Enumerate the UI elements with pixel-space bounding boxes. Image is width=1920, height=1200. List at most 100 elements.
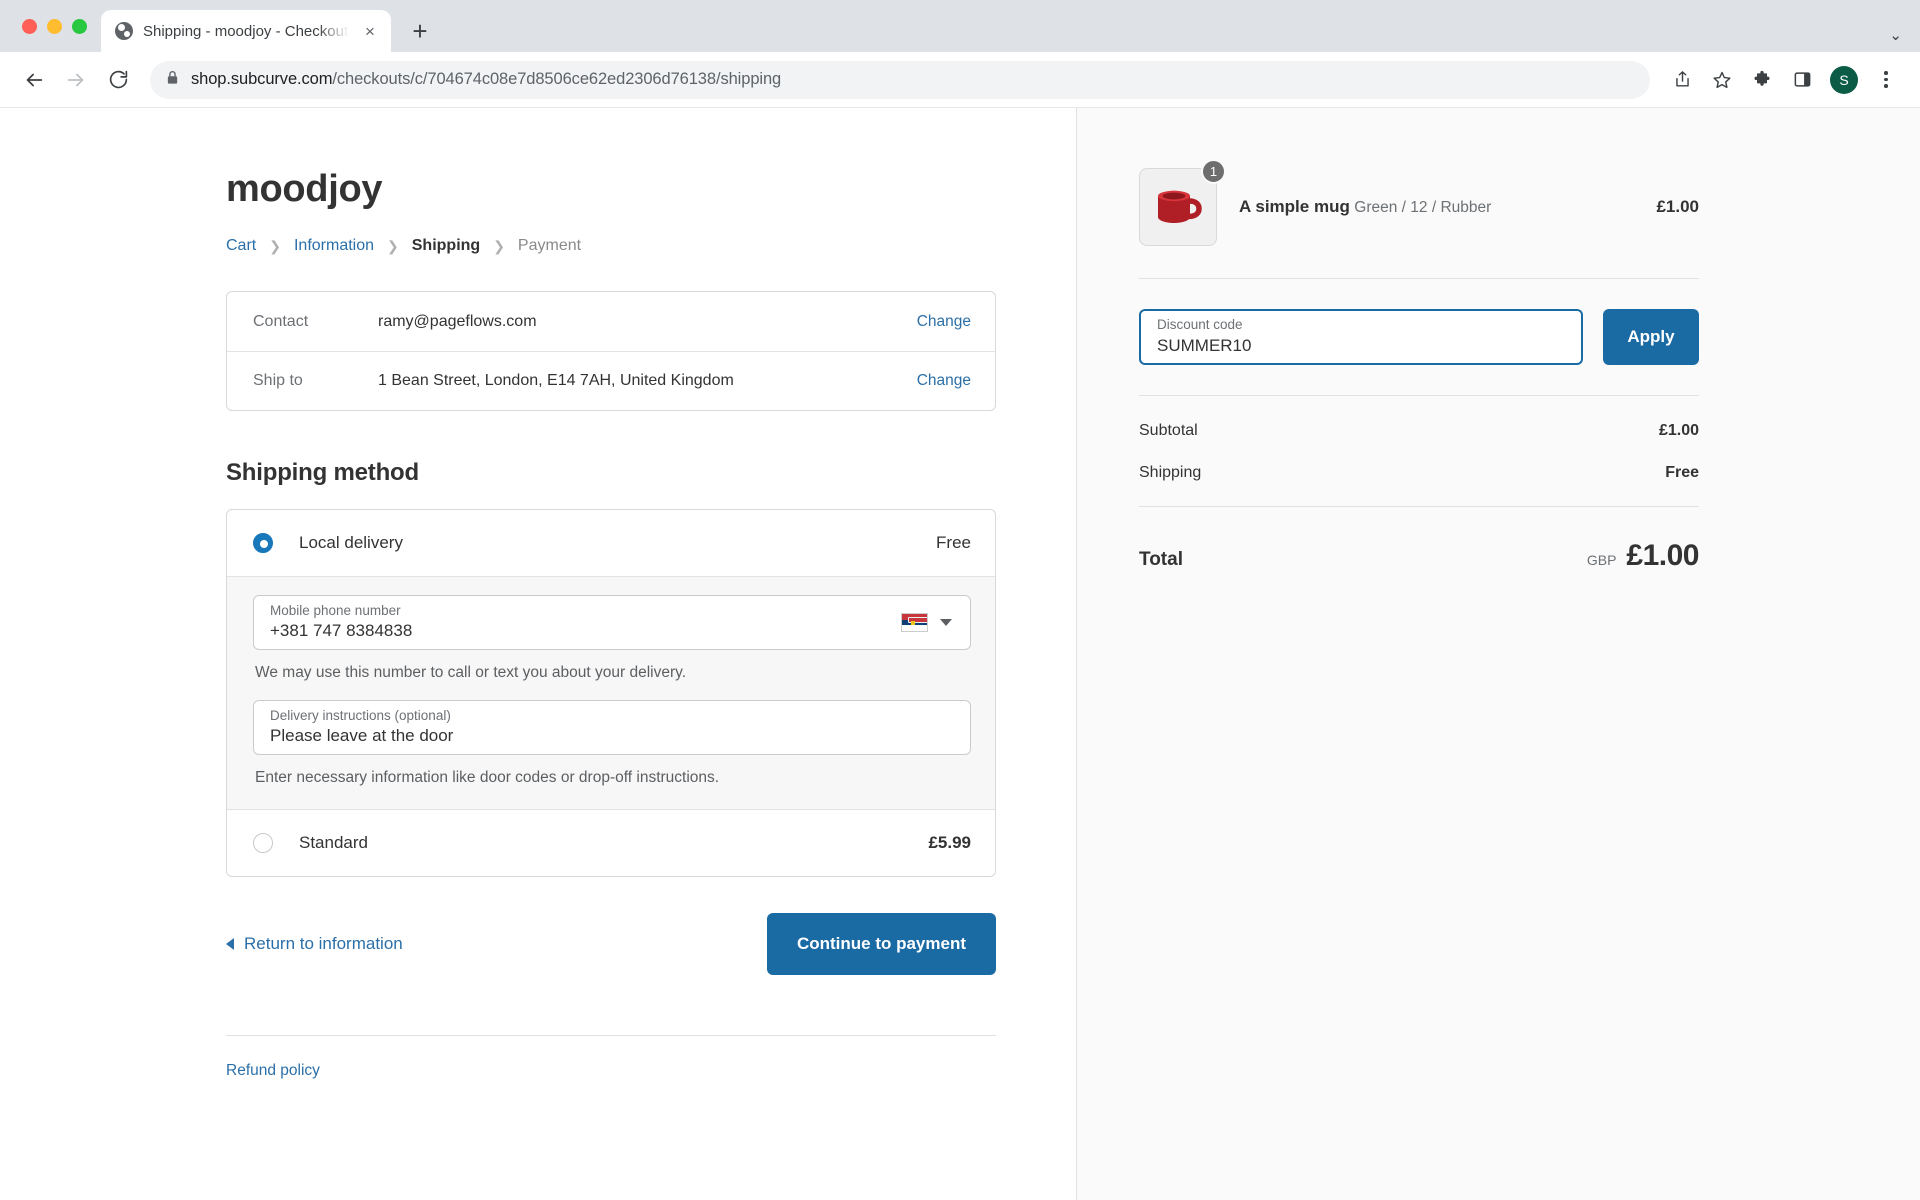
contact-value: ramy@pageflows.com [378, 312, 537, 330]
footer-divider [226, 1035, 996, 1036]
tab-list-chevron-icon[interactable]: ⌄ [1889, 26, 1902, 44]
reload-icon[interactable] [100, 62, 136, 98]
discount-code-input[interactable]: Discount code SUMMER10 [1139, 309, 1583, 365]
url-text: shop.subcurve.com/checkouts/c/704674c08e… [191, 70, 781, 89]
chrome-menu-icon[interactable] [1868, 62, 1904, 98]
quantity-badge: 1 [1201, 159, 1226, 184]
back-arrow-icon[interactable] [16, 62, 52, 98]
change-address-link[interactable]: Change [917, 372, 971, 390]
contact-label: Contact [253, 312, 309, 330]
globe-icon [115, 22, 133, 40]
delivery-instructions-help-text: Enter necessary information like door co… [255, 769, 720, 786]
tab-title: Shipping - moodjoy - Checkout [143, 22, 349, 40]
mobile-phone-field[interactable]: Mobile phone number +381 747 8384838 [253, 595, 971, 650]
url-path: /checkouts/c/704674c08e7d8506ce62ed2306d… [332, 70, 782, 88]
ship-to-value: 1 Bean Street, London, E14 7AH, United K… [378, 372, 734, 389]
line-item-title: A simple mug [1239, 197, 1350, 216]
delivery-instructions-field[interactable]: Delivery instructions (optional) Please … [253, 700, 971, 755]
mobile-phone-value: +381 747 8384838 [270, 621, 413, 641]
url-host: shop.subcurve.com [191, 70, 333, 88]
shipping-total-value: Free [1665, 464, 1699, 481]
extensions-puzzle-icon[interactable] [1744, 62, 1780, 98]
new-tab-button[interactable]: + [403, 14, 437, 48]
ship-to-row: Ship to 1 Bean Street, London, E14 7AH, … [227, 351, 995, 410]
discount-code-value: SUMMER10 [1157, 335, 1252, 355]
subtotal-label: Subtotal [1139, 422, 1198, 439]
breadcrumb-item-cart[interactable]: Cart [226, 237, 256, 255]
continue-to-payment-button[interactable]: Continue to payment [766, 913, 996, 975]
maximize-window-button[interactable] [72, 18, 87, 34]
local-delivery-details: Mobile phone number +381 747 8384838 We … [227, 576, 995, 810]
breadcrumb-item-information[interactable]: Information [294, 237, 374, 255]
contact-row: Contact ramy@pageflows.com Change [227, 292, 995, 351]
country-code-selector[interactable] [901, 613, 956, 632]
shipping-option-label: Local delivery [299, 533, 403, 552]
breadcrumb-separator-icon: ❯ [493, 237, 505, 254]
side-panel-icon[interactable] [1784, 62, 1820, 98]
change-contact-link[interactable]: Change [917, 313, 971, 331]
line-item: 1 A simple mug Green / 12 / Rubber £1.00 [1139, 159, 1699, 278]
checkout-page: moodjoy Cart ❯ Information ❯ Shipping ❯ … [0, 108, 1920, 1200]
breadcrumb-separator-icon: ❯ [269, 237, 281, 254]
forward-arrow-icon[interactable] [58, 62, 94, 98]
share-icon[interactable] [1664, 62, 1700, 98]
shop-name: moodjoy [226, 168, 383, 210]
delivery-instructions-value: Please leave at the door [270, 726, 454, 746]
line-item-texts: A simple mug Green / 12 / Rubber [1239, 197, 1656, 217]
checkout-actions: Return to information Continue to paymen… [226, 913, 996, 975]
bookmark-star-icon[interactable] [1704, 62, 1740, 98]
mobile-phone-help-text: We may use this number to call or text y… [255, 664, 687, 681]
chevron-down-icon [940, 619, 952, 626]
browser-tab[interactable]: Shipping - moodjoy - Checkout × [101, 10, 391, 52]
apply-discount-button[interactable]: Apply [1603, 309, 1699, 365]
shipping-option-label: Standard [299, 833, 368, 852]
checkout-main-column: moodjoy Cart ❯ Information ❯ Shipping ❯ … [0, 108, 1076, 1200]
discount-row: Discount code SUMMER10 Apply [1139, 279, 1699, 395]
browser-toolbar: shop.subcurve.com/checkouts/c/704674c08e… [0, 52, 1920, 108]
chevron-left-icon [226, 938, 234, 950]
shipping-method-title: Shipping method [226, 459, 419, 486]
minimize-window-button[interactable] [47, 18, 62, 34]
breadcrumb-item-payment: Payment [517, 237, 582, 254]
shipping-total-label: Shipping [1139, 464, 1202, 481]
ship-to-label: Ship to [253, 372, 303, 389]
discount-code-label: Discount code [1157, 317, 1243, 333]
grand-total-currency: GBP [1586, 552, 1617, 568]
grand-total-label: Total [1139, 549, 1183, 570]
radio-local-delivery[interactable] [253, 533, 273, 553]
order-info-card: Contact ramy@pageflows.com Change Ship t… [226, 291, 996, 411]
lock-icon [166, 70, 179, 90]
shipping-option-standard[interactable]: Standard £5.99 [227, 810, 995, 876]
browser-window: Shipping - moodjoy - Checkout × + ⌄ shop… [0, 0, 1920, 1200]
close-tab-icon[interactable]: × [359, 20, 381, 42]
delivery-instructions-label: Delivery instructions (optional) [270, 707, 451, 723]
return-to-information-link[interactable]: Return to information [226, 934, 403, 954]
toolbar-icons: S [1664, 62, 1904, 98]
shipping-option-price: Free [936, 533, 971, 552]
line-item-thumbnail-wrap: 1 [1139, 159, 1226, 246]
return-link-label: Return to information [244, 934, 403, 953]
line-item-price: £1.00 [1656, 197, 1699, 216]
breadcrumb: Cart ❯ Information ❯ Shipping ❯ Payment [226, 237, 996, 255]
tab-strip: Shipping - moodjoy - Checkout × + ⌄ [0, 0, 1920, 52]
shipping-total-row: Shipping Free [1139, 464, 1699, 482]
radio-standard[interactable] [253, 833, 273, 853]
totals-section: Subtotal £1.00 Shipping Free Total GBP £… [1139, 396, 1699, 573]
serbia-flag-icon [901, 613, 928, 632]
order-summary-column: 1 A simple mug Green / 12 / Rubber £1.00… [1076, 108, 1920, 1200]
grand-total-amount: £1.00 [1626, 539, 1699, 572]
breadcrumb-item-shipping: Shipping [411, 237, 481, 254]
shipping-option-local-delivery[interactable]: Local delivery Free [227, 510, 995, 576]
window-controls [16, 0, 101, 52]
shipping-option-price: £5.99 [928, 833, 971, 852]
close-window-button[interactable] [22, 18, 37, 34]
shipping-options-card: Local delivery Free Mobile phone number … [226, 509, 996, 877]
subtotal-value: £1.00 [1658, 422, 1699, 439]
mobile-phone-label: Mobile phone number [270, 602, 401, 618]
refund-policy-link[interactable]: Refund policy [226, 1062, 320, 1080]
breadcrumb-separator-icon: ❯ [387, 237, 399, 254]
line-item-variant: Green / 12 / Rubber [1354, 199, 1492, 216]
address-bar[interactable]: shop.subcurve.com/checkouts/c/704674c08e… [150, 60, 1650, 99]
profile-avatar[interactable]: S [1830, 65, 1858, 94]
subtotal-row: Subtotal £1.00 [1139, 422, 1699, 440]
